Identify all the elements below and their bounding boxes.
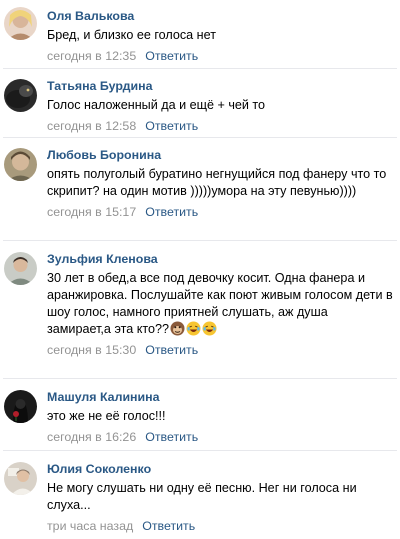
comment-text: 30 лет в обед,а все под девочку косит. О… [47, 270, 394, 338]
comment-timestamp: сегодня в 12:35 [47, 49, 137, 63]
comment-meta: сегодня в 12:35 Ответить [47, 49, 394, 64]
avatar[interactable] [4, 390, 37, 423]
comment-meta: сегодня в 16:26 Ответить [47, 430, 394, 445]
reply-button[interactable]: Ответить [145, 430, 198, 444]
reply-button[interactable]: Ответить [142, 519, 195, 533]
comment-timestamp: сегодня в 16:26 [47, 430, 137, 444]
reply-button[interactable]: Ответить [145, 205, 198, 219]
laughing-face-emoji-icon [186, 321, 201, 336]
avatar[interactable] [4, 7, 37, 40]
comment-meta: сегодня в 15:30 Ответить [47, 343, 394, 358]
comment-author-link[interactable]: Машуля Калинина [47, 390, 394, 405]
comment-meta: сегодня в 15:17 Ответить [47, 205, 394, 220]
avatar-photo-icon [4, 148, 37, 181]
avatar-photo-icon [4, 7, 37, 40]
reply-button[interactable]: Ответить [145, 343, 198, 357]
comment-author-link[interactable]: Оля Валькова [47, 9, 394, 24]
comment-text: опять полуголый буратино негнущийся под … [47, 167, 387, 198]
avatar[interactable] [4, 252, 37, 285]
comment-author-link[interactable]: Юлия Соколенко [47, 462, 394, 477]
comment-item: Юлия Соколенко Не могу слушать ни одну е… [0, 450, 400, 539]
comment-text: Бред, и близко ее голоса нет [47, 28, 216, 42]
comment-author-link[interactable]: Зульфия Кленова [47, 252, 394, 267]
comment-text: Голос наложенный да и ещё + чей то [47, 98, 266, 112]
avatar-photo-icon [4, 79, 37, 112]
comment-item: Машуля Калинина это же не её голос!!! се… [0, 378, 400, 450]
comment-timestamp: сегодня в 15:30 [47, 343, 137, 357]
monkey-face-emoji-icon [170, 321, 185, 336]
comment-timestamp: сегодня в 15:17 [47, 205, 137, 219]
comment-list: Оля Валькова Бред, и близко ее голоса не… [0, 0, 400, 539]
avatar[interactable] [4, 79, 37, 112]
comment-meta: три часа назад Ответить [47, 519, 394, 534]
avatar-photo-icon [4, 462, 37, 495]
comment-item: Татьяна Бурдина Голос наложенный да и ещ… [0, 68, 400, 137]
avatar-photo-icon [4, 390, 37, 423]
comment-author-link[interactable]: Любовь Боронина [47, 148, 394, 163]
comment-item: Любовь Боронина опять полуголый буратино… [0, 137, 400, 240]
comment-text: Не могу слушать ни одну её песню. Нег ни… [47, 481, 357, 512]
comment-meta: сегодня в 12:58 Ответить [47, 119, 394, 134]
comment-text: это же не её голос!!! [47, 409, 166, 423]
laughing-face-emoji-icon [202, 321, 217, 336]
comment-timestamp: сегодня в 12:58 [47, 119, 137, 133]
comment-text-content: 30 лет в обед,а все под девочку косит. О… [47, 271, 393, 336]
reply-button[interactable]: Ответить [145, 49, 198, 63]
reply-button[interactable]: Ответить [145, 119, 198, 133]
comment-author-link[interactable]: Татьяна Бурдина [47, 79, 394, 94]
comment-item: Оля Валькова Бред, и близко ее голоса не… [0, 0, 400, 68]
comment-item: Зульфия Кленова 30 лет в обед,а все под … [0, 240, 400, 378]
avatar[interactable] [4, 462, 37, 495]
comment-timestamp: три часа назад [47, 519, 134, 533]
avatar-photo-icon [4, 252, 37, 285]
avatar[interactable] [4, 148, 37, 181]
